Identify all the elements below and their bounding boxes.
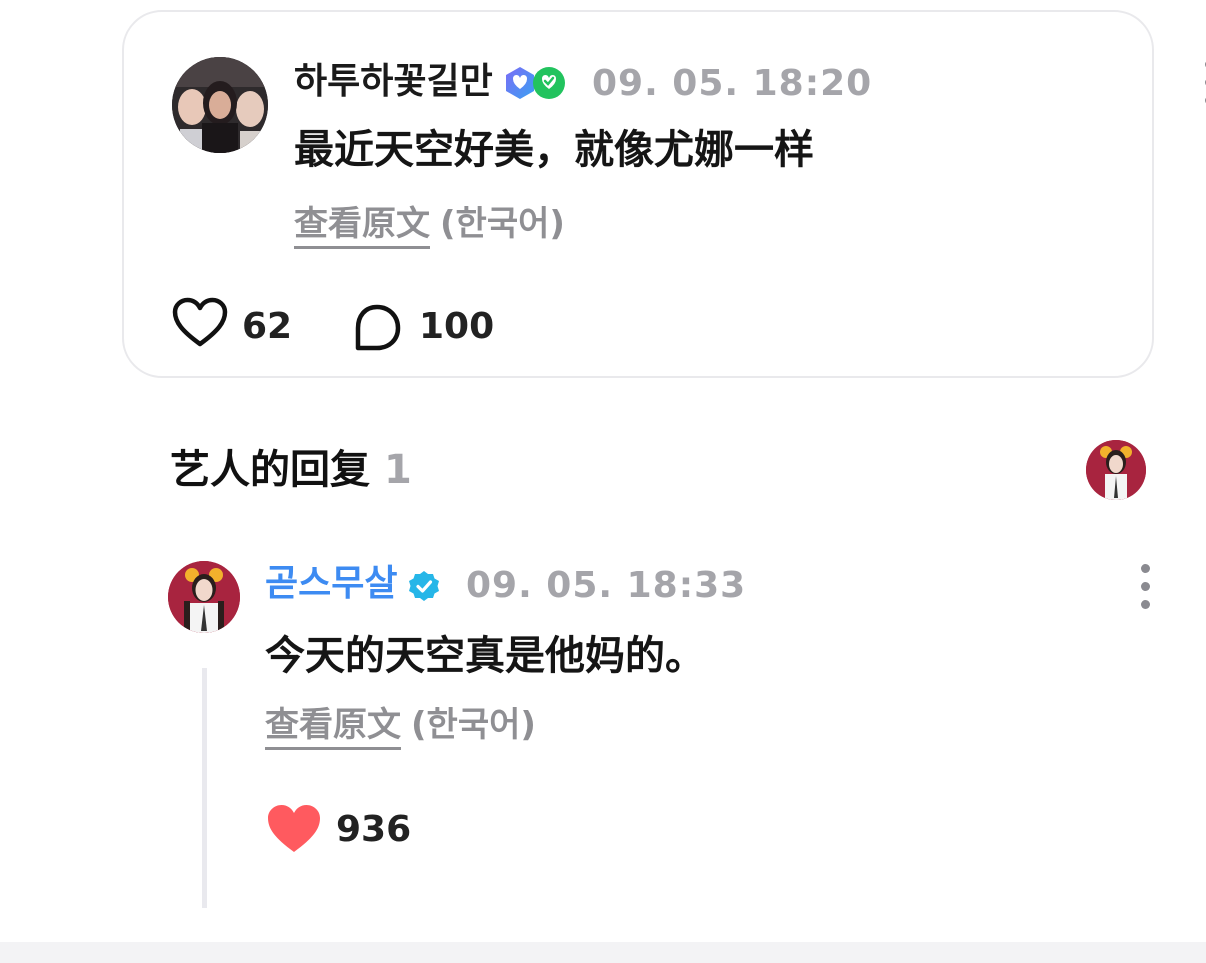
artist-username[interactable]: 곧스무살 bbox=[265, 566, 397, 602]
artist-avatar[interactable] bbox=[1086, 440, 1146, 500]
artist-replies-heading: 艺人的回复 1 bbox=[170, 450, 412, 490]
view-original-link[interactable]: 查看原文 bbox=[265, 705, 401, 750]
artist-replies-count: 1 bbox=[384, 447, 412, 493]
reply-thread-line bbox=[202, 668, 207, 908]
comment-count: 100 bbox=[419, 306, 495, 347]
like-count: 62 bbox=[242, 306, 293, 347]
view-original-toggle[interactable]: 查看原文 (한국어) bbox=[265, 705, 536, 750]
membership-badge-icon bbox=[506, 67, 565, 99]
post-text: 最近天空好美，就像尤娜一样 bbox=[294, 127, 814, 173]
artist-replies-title: 艺人的回复 bbox=[170, 447, 370, 493]
post-detail-page: 하투하꽃길만 09. 05. 18:20 最近天空好美，就像尤娜一样 查看原文(… bbox=[0, 0, 1206, 963]
view-original-link[interactable]: 查看原文 bbox=[294, 204, 430, 249]
view-original-toggle[interactable]: 查看原文 (한국어) bbox=[294, 204, 565, 249]
fan-username[interactable]: 하투하꽃길만 bbox=[294, 64, 493, 100]
reply-text: 今天的天空真是他妈的。 bbox=[265, 633, 705, 679]
reply-like-count: 936 bbox=[336, 809, 412, 850]
fan-user-avatar[interactable] bbox=[172, 57, 268, 153]
original-language-label: (한국어) bbox=[411, 705, 536, 745]
speech-bubble-icon[interactable] bbox=[352, 304, 402, 352]
artist-avatar[interactable] bbox=[168, 561, 240, 633]
fan-post-card: 하투하꽃길만 09. 05. 18:20 最近天空好美，就像尤娜一样 查看原文(… bbox=[122, 10, 1206, 378]
heart-outline-icon[interactable] bbox=[172, 297, 228, 349]
verified-check-icon bbox=[409, 571, 439, 601]
original-language-label: (한국어) bbox=[440, 204, 565, 244]
post-timestamp: 09. 05. 18:20 bbox=[592, 63, 873, 104]
bottom-bar bbox=[0, 942, 1206, 963]
post-more-menu-icon[interactable] bbox=[1198, 60, 1206, 106]
reply-timestamp: 09. 05. 18:33 bbox=[466, 565, 747, 606]
heart-filled-icon[interactable] bbox=[266, 803, 322, 855]
reply-more-menu-icon[interactable] bbox=[1134, 564, 1158, 610]
